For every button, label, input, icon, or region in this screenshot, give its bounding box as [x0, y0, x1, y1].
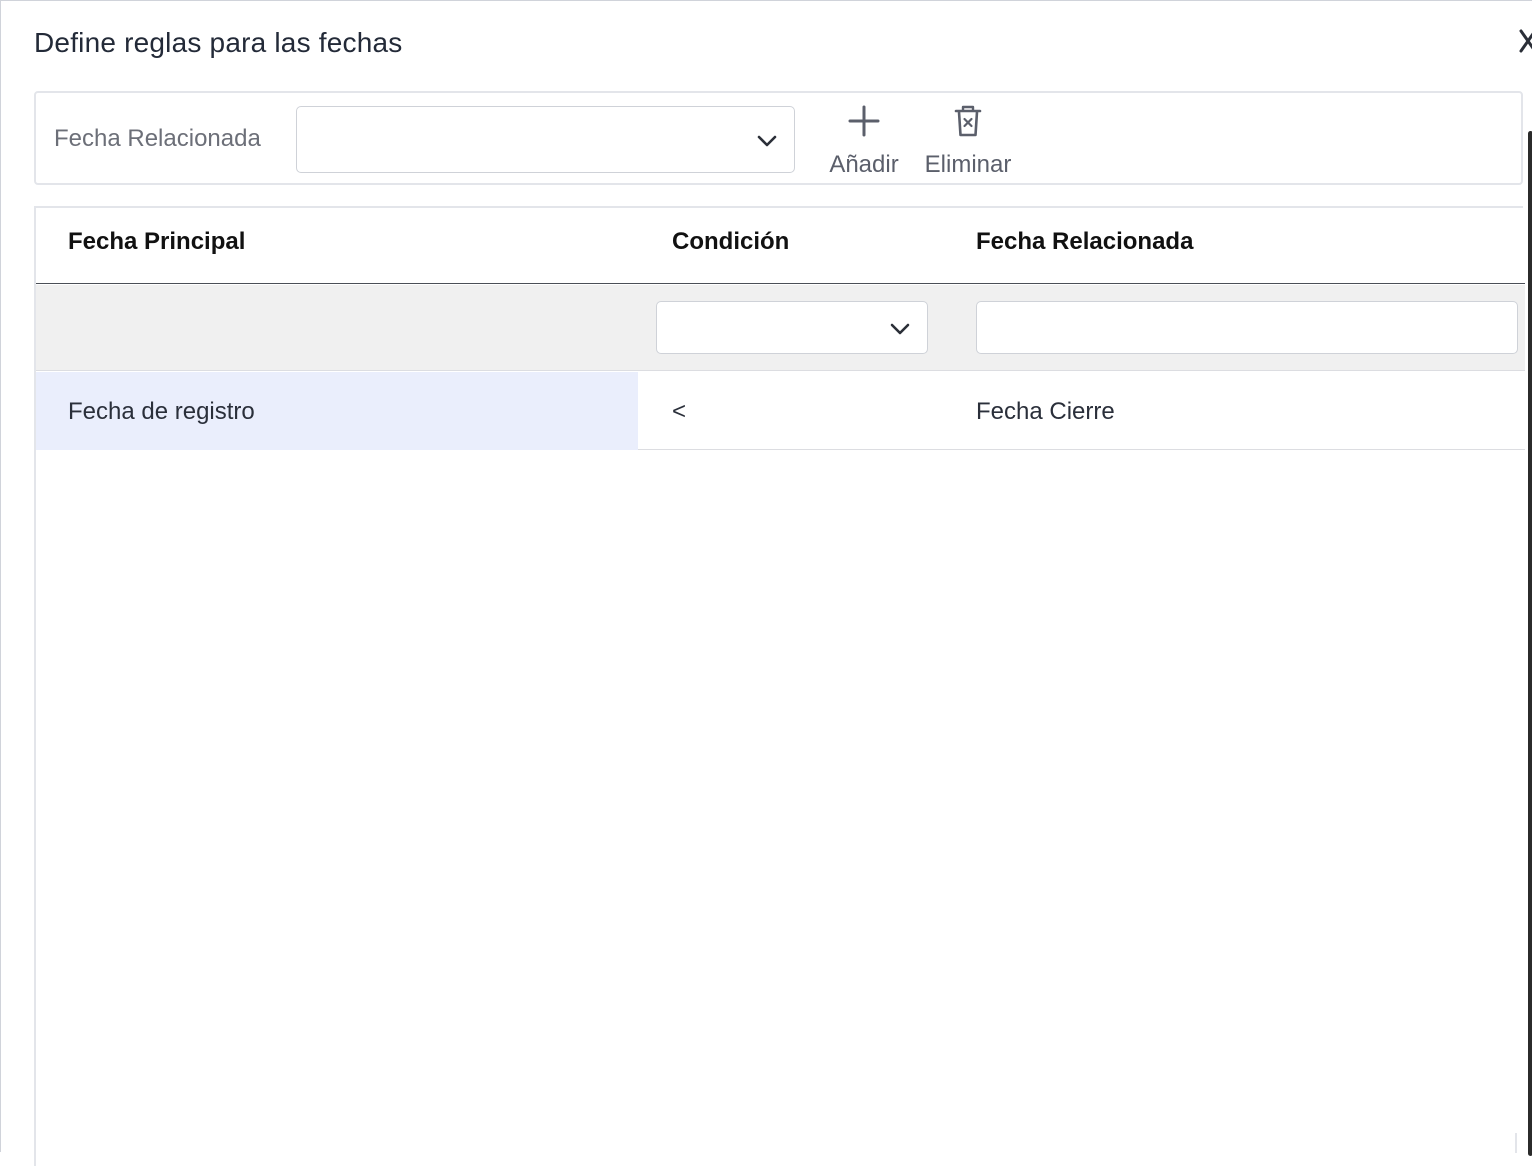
- plus-icon: [848, 105, 880, 137]
- scrollbar-thumb[interactable]: [1528, 131, 1532, 1156]
- date-rules-dialog: Define reglas para las fechas Fecha Rela…: [0, 0, 1532, 1166]
- filter-cell-principal: [36, 285, 638, 371]
- column-header-fecha-relacionada[interactable]: Fecha Relacionada: [976, 228, 1193, 256]
- cell-fecha-principal[interactable]: Fecha de registro: [36, 372, 638, 450]
- add-button[interactable]: Añadir: [822, 101, 906, 181]
- rules-grid: Fecha Principal Condición Fecha Relacion…: [34, 206, 1525, 1166]
- related-date-filter-input[interactable]: [976, 301, 1518, 354]
- delete-button-label: Eliminar: [924, 151, 1012, 178]
- cell-condicion[interactable]: <: [638, 372, 974, 450]
- grid-header: Fecha Principal Condición Fecha Relacion…: [36, 208, 1525, 284]
- trash-icon: [954, 105, 982, 137]
- related-date-select[interactable]: [296, 106, 795, 173]
- cell-condicion-text: <: [672, 398, 687, 425]
- column-header-fecha-principal[interactable]: Fecha Principal: [68, 228, 245, 256]
- related-date-label: Fecha Relacionada: [54, 125, 261, 152]
- cell-fecha-principal-text: Fecha de registro: [68, 398, 255, 425]
- column-header-condicion[interactable]: Condición: [672, 228, 789, 256]
- grid-right-border: [1515, 1133, 1517, 1153]
- add-button-label: Añadir: [829, 151, 899, 178]
- close-button[interactable]: [1517, 27, 1532, 55]
- scrollbar[interactable]: [1526, 101, 1532, 1156]
- chevron-down-icon: [890, 323, 910, 335]
- dialog-title: Define reglas para las fechas: [34, 27, 403, 58]
- cell-fecha-relacionada-text: Fecha Cierre: [976, 398, 1115, 425]
- chevron-down-icon: [757, 135, 777, 147]
- toolbar: Fecha Relacionada Añadir Eliminar: [34, 91, 1523, 185]
- table-row[interactable]: Fecha de registro < Fecha Cierre: [36, 372, 1525, 450]
- filter-row: [36, 285, 1525, 371]
- delete-button[interactable]: Eliminar: [917, 101, 1019, 181]
- condition-filter-select[interactable]: [656, 301, 928, 354]
- cell-fecha-relacionada[interactable]: Fecha Cierre: [974, 372, 1525, 450]
- close-icon: [1519, 29, 1532, 53]
